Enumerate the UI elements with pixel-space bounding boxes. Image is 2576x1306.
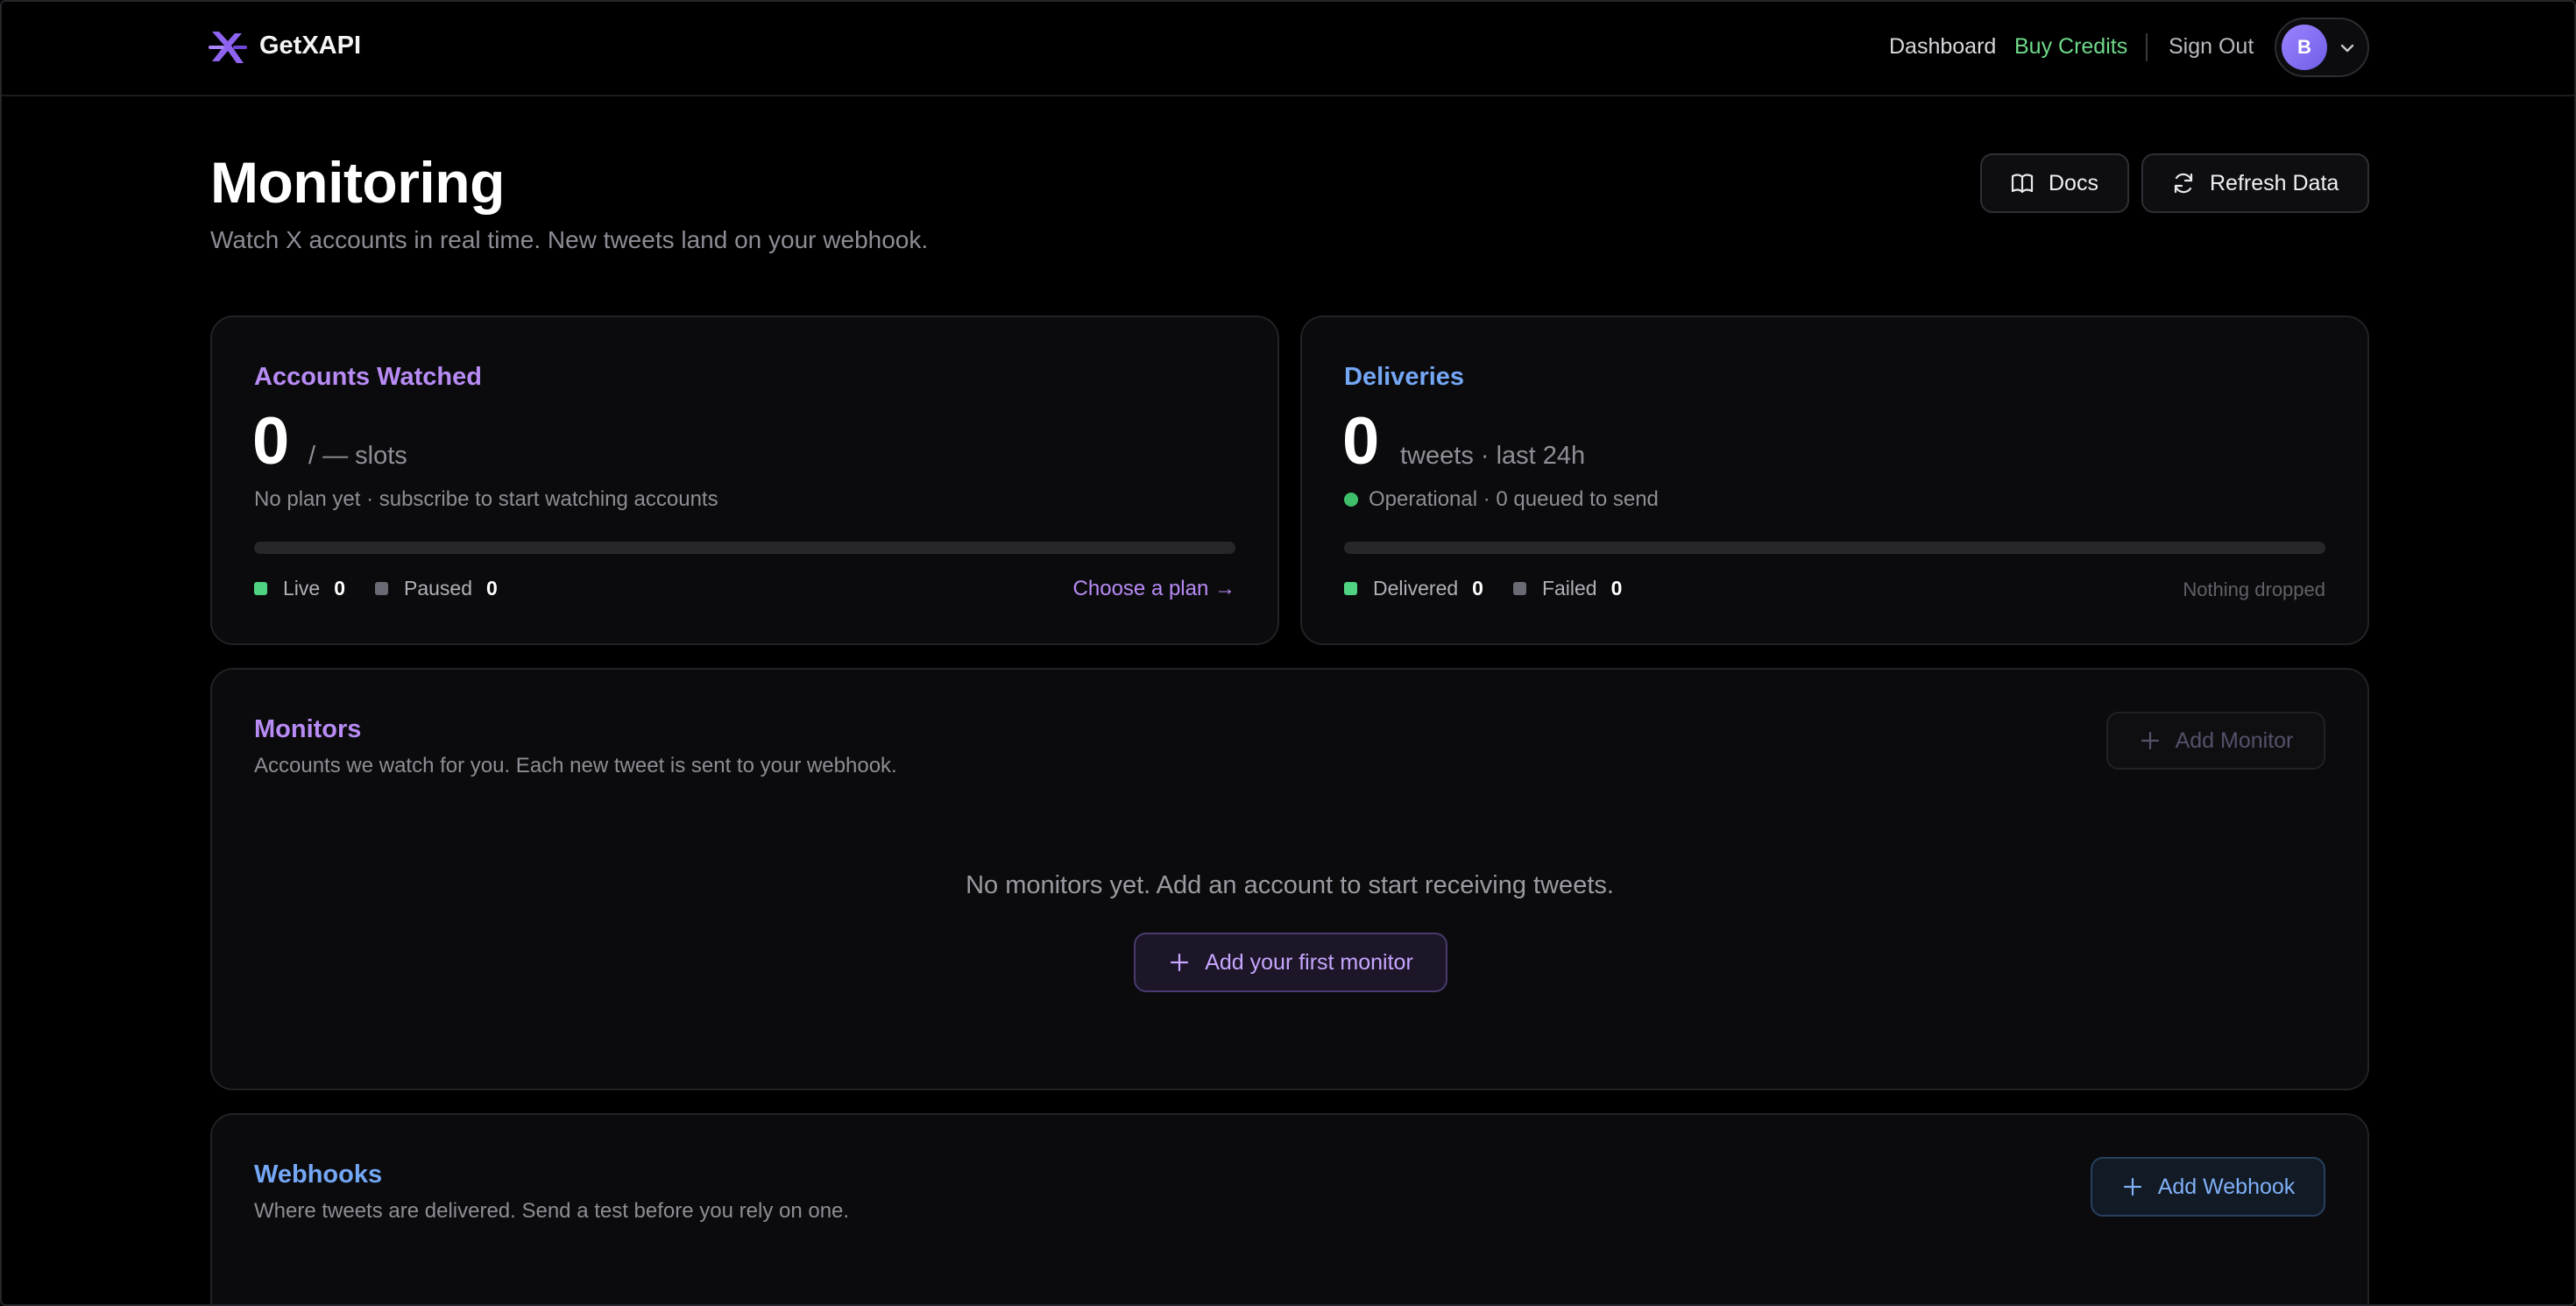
deliveries-status-text: Operational · 0 queued to send — [1369, 487, 1659, 511]
plus-icon — [2123, 1177, 2141, 1196]
legend-live-value: 0 — [334, 577, 345, 600]
accounts-watched-title: Accounts Watched — [254, 363, 482, 391]
book-icon — [2011, 174, 2034, 194]
webhooks-subtitle: Where tweets are delivered. Send a test … — [254, 1199, 850, 1223]
accounts-watched-card: Accounts Watched 0 / — slots No plan yet… — [210, 316, 1279, 645]
paused-swatch — [375, 582, 388, 595]
add-webhook-button[interactable]: Add Webhook — [2091, 1157, 2325, 1217]
nav-divider — [2146, 33, 2148, 61]
deliveries-title: Deliveries — [1344, 363, 1465, 391]
add-first-monitor-label: Add your first monitor — [1205, 949, 1413, 975]
add-monitor-label: Add Monitor — [2175, 728, 2294, 753]
monitors-section: Monitors Accounts we watch for you. Each… — [210, 668, 2369, 1090]
accounts-slots-unit: / — slots — [308, 442, 407, 470]
legend-live-label: Live — [283, 577, 321, 600]
nothing-dropped-note: Nothing dropped — [2183, 578, 2325, 600]
legend-delivered-label: Delivered — [1373, 577, 1459, 600]
webhooks-section: Webhooks Where tweets are delivered. Sen… — [210, 1113, 2369, 1304]
docs-button[interactable]: Docs — [1980, 153, 2129, 213]
webhooks-title: Webhooks — [254, 1160, 383, 1189]
accounts-progress-bar — [254, 542, 1235, 554]
accounts-plan-note: No plan yet · subscribe to start watchin… — [254, 487, 718, 512]
deliveries-status: Operational · 0 queued to send — [1344, 487, 1659, 512]
accounts-plan-text: No plan yet · subscribe to start watchin… — [254, 487, 718, 511]
monitors-empty-message: No monitors yet. Add an account to start… — [966, 871, 1614, 899]
accounts-legend: Live 0 Paused 0 — [254, 577, 527, 600]
legend-paused: Paused 0 — [375, 577, 498, 600]
refresh-button-label: Refresh Data — [2210, 170, 2339, 195]
nav-link-buy-credits[interactable]: Buy Credits — [2014, 34, 2127, 60]
legend-paused-label: Paused — [404, 577, 473, 600]
legend-failed: Failed 0 — [1512, 577, 1623, 600]
deliveries-unit: tweets · last 24h — [1400, 442, 1586, 470]
deliveries-progress-bar — [1344, 542, 2325, 554]
page-title: Monitoring — [210, 150, 505, 215]
legend-delivered: Delivered 0 — [1344, 577, 1483, 600]
getxapi-logo-icon[interactable] — [209, 28, 247, 67]
add-monitor-button[interactable]: Add Monitor — [2106, 712, 2325, 770]
nav-link-sign-out[interactable]: Sign Out — [2169, 34, 2254, 60]
user-menu-button[interactable]: B — [2275, 18, 2369, 77]
nav-link-dashboard[interactable]: Dashboard — [1889, 34, 1996, 60]
chevron-down-icon — [2340, 44, 2354, 53]
choose-plan-link[interactable]: Choose a plan → — [1073, 577, 1235, 601]
deliveries-count: 0 — [1342, 404, 1380, 479]
delivered-swatch — [1344, 582, 1357, 595]
add-first-monitor-button[interactable]: Add your first monitor — [1134, 933, 1447, 992]
legend-failed-value: 0 — [1610, 577, 1623, 600]
docs-button-label: Docs — [2049, 170, 2098, 195]
top-navbar: GetXAPI Dashboard Buy Credits Sign Out B — [2, 2, 2574, 96]
plus-icon — [2141, 731, 2159, 750]
app-window: GetXAPI Dashboard Buy Credits Sign Out B… — [0, 0, 2576, 1306]
monitors-subtitle: Accounts we watch for you. Each new twee… — [254, 754, 897, 777]
page-subtitle: Watch X accounts in real time. New tweet… — [210, 226, 929, 253]
add-webhook-label: Add Webhook — [2157, 1174, 2296, 1199]
refresh-data-button[interactable]: Refresh Data — [2141, 153, 2369, 213]
refresh-icon — [2174, 173, 2193, 194]
brand-name[interactable]: GetXAPI — [259, 32, 361, 60]
deliveries-legend: Delivered 0 Failed 0 — [1344, 577, 1652, 600]
failed-swatch — [1512, 582, 1526, 595]
legend-live: Live 0 — [254, 577, 345, 600]
monitors-title: Monitors — [254, 715, 362, 743]
legend-failed-label: Failed — [1541, 577, 1597, 600]
legend-delivered-value: 0 — [1472, 577, 1483, 600]
avatar: B — [2282, 25, 2327, 70]
status-dot — [1344, 493, 1358, 507]
plus-icon — [1171, 953, 1189, 972]
legend-paused-value: 0 — [486, 577, 498, 600]
deliveries-card: Deliveries 0 tweets · last 24h Operation… — [1300, 316, 2369, 645]
live-swatch — [254, 582, 267, 595]
accounts-count: 0 — [252, 404, 290, 479]
